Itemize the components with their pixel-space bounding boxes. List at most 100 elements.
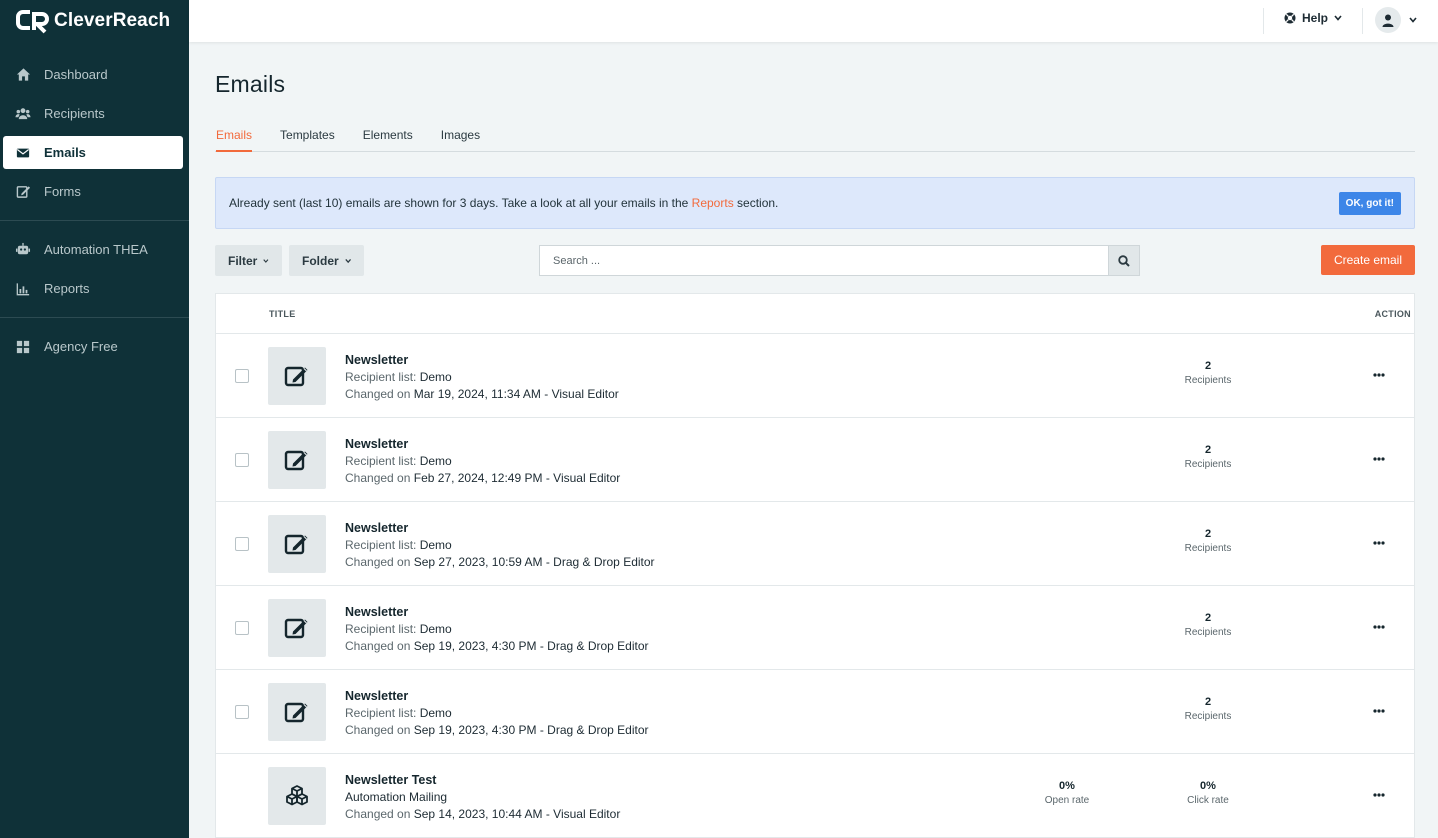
- email-name[interactable]: Newsletter: [345, 520, 655, 537]
- edit-icon: [284, 531, 310, 557]
- stat-value: 0%: [1059, 780, 1075, 792]
- more-actions-button[interactable]: [1368, 704, 1390, 718]
- sidebar-item-recipients[interactable]: Recipients: [3, 97, 183, 130]
- sidebar-item-dashboard[interactable]: Dashboard: [3, 58, 183, 91]
- more-actions-button[interactable]: [1368, 620, 1390, 634]
- email-stat: 2 Recipients: [1158, 528, 1258, 554]
- table-row[interactable]: Newsletter Recipient list: Demo Changed on…: [216, 418, 1414, 502]
- email-stat: 2 Recipients: [1158, 612, 1258, 638]
- stat-value: 2: [1204, 528, 1212, 540]
- reports-link[interactable]: Reports: [692, 196, 734, 210]
- help-menu[interactable]: Help: [1284, 11, 1342, 25]
- email-info: Newsletter Recipient list: Demo Changed on…: [345, 688, 649, 739]
- table-header: TITLE ACTION: [216, 294, 1414, 334]
- recipient-list-value: Demo: [419, 622, 452, 636]
- changed-value: Sep 19, 2023, 4:30 PM - Drag & Drop Edit…: [413, 723, 649, 737]
- email-info: Newsletter Recipient list: Demo Changed on…: [345, 520, 655, 571]
- sidebar-item-forms[interactable]: Forms: [3, 175, 183, 208]
- email-thumbnail[interactable]: [268, 683, 326, 741]
- search-button[interactable]: [1108, 245, 1140, 276]
- row-checkbox[interactable]: [235, 453, 249, 467]
- row-checkbox[interactable]: [235, 369, 249, 383]
- table-row[interactable]: Newsletter Recipient list: Demo Changed on…: [216, 586, 1414, 670]
- sidebar-item-emails[interactable]: Emails: [3, 136, 183, 169]
- table-row[interactable]: Newsletter Recipient list: Demo Changed on…: [216, 670, 1414, 754]
- filter-dropdown[interactable]: Filter: [215, 245, 282, 276]
- changed-value: Sep 27, 2023, 10:59 AM - Drag & Drop Edi…: [413, 555, 655, 569]
- sidebar-item-automation-thea[interactable]: Automation THEA: [3, 233, 183, 266]
- user-icon: [1382, 14, 1394, 27]
- row-checkbox[interactable]: [235, 621, 249, 635]
- email-name[interactable]: Newsletter: [345, 352, 619, 369]
- more-actions-button[interactable]: [1368, 452, 1390, 466]
- email-name[interactable]: Newsletter: [345, 604, 649, 621]
- changed-label: Changed on: [345, 723, 411, 737]
- changed-value: Feb 27, 2024, 12:49 PM - Visual Editor: [413, 471, 621, 485]
- changed-label: Changed on: [345, 471, 411, 485]
- email-info: Newsletter Recipient list: Demo Changed on…: [345, 352, 619, 403]
- recipient-list-line: Automation Mailing: [345, 789, 620, 806]
- edit-icon: [284, 699, 310, 725]
- changed-label: Changed on: [345, 807, 411, 821]
- brand-name: CleverReach: [54, 10, 171, 31]
- table-row[interactable]: Newsletter Recipient list: Demo Changed on…: [216, 334, 1414, 418]
- changed-value: Sep 19, 2023, 4:30 PM - Drag & Drop Edit…: [413, 639, 649, 653]
- more-actions-button[interactable]: [1368, 368, 1390, 382]
- user-menu[interactable]: [1375, 7, 1417, 33]
- recipient-list-label: Recipient list:: [345, 622, 417, 636]
- stat-value: 2: [1204, 696, 1212, 708]
- column-header-title: TITLE: [269, 309, 296, 319]
- tab-templates[interactable]: Templates: [280, 119, 335, 152]
- email-name[interactable]: Newsletter: [345, 688, 649, 705]
- robot-icon: [15, 242, 31, 258]
- row-checkbox[interactable]: [235, 705, 249, 719]
- more-actions-button[interactable]: [1368, 788, 1390, 802]
- email-thumbnail[interactable]: [268, 515, 326, 573]
- search-bar: [539, 245, 1140, 276]
- chevron-down-icon: [1334, 15, 1342, 21]
- edit-icon: [284, 615, 310, 641]
- ellipsis-icon: [1373, 709, 1385, 713]
- changed-line: Changed on Feb 27, 2024, 12:49 PM - Visu…: [345, 470, 620, 487]
- email-thumbnail[interactable]: [268, 767, 326, 825]
- search-input[interactable]: [539, 245, 1108, 276]
- recipient-list-line: Recipient list: Demo: [345, 537, 655, 554]
- recipient-list-value: Demo: [419, 370, 452, 384]
- page-title: Emails: [215, 71, 286, 97]
- row-checkbox[interactable]: [235, 537, 249, 551]
- stat-label: Recipients: [1184, 459, 1232, 470]
- sidebar-item-reports[interactable]: Reports: [3, 272, 183, 305]
- table-row[interactable]: Newsletter Recipient list: Demo Changed on…: [216, 502, 1414, 586]
- sidebar-item-label: Recipients: [44, 106, 105, 121]
- dismiss-notice-button[interactable]: OK, got it!: [1338, 191, 1401, 215]
- email-stat: 2 Recipients: [1158, 696, 1258, 722]
- table-body: Newsletter Recipient list: Demo Changed on…: [216, 334, 1414, 838]
- stat-label: Recipients: [1184, 711, 1232, 722]
- create-email-button[interactable]: Create email: [1320, 245, 1415, 275]
- chevron-down-icon: [263, 258, 269, 263]
- sidebar-item-agency-free[interactable]: Agency Free: [3, 330, 183, 363]
- email-thumbnail[interactable]: [268, 599, 326, 657]
- sidebar-item-label: Forms: [44, 184, 81, 199]
- more-actions-button[interactable]: [1368, 536, 1390, 550]
- tab-images[interactable]: Images: [441, 119, 480, 152]
- cubes-icon: [284, 783, 310, 809]
- email-thumbnail[interactable]: [268, 347, 326, 405]
- email-stat: 0% Open rate: [1017, 780, 1117, 806]
- chevron-down-icon: [344, 258, 351, 263]
- email-stat: 2 Recipients: [1158, 444, 1258, 470]
- folder-dropdown[interactable]: Folder: [289, 245, 364, 276]
- chevron-down-icon: [1409, 17, 1417, 23]
- email-name[interactable]: Newsletter: [345, 436, 620, 453]
- changed-line: Changed on Sep 27, 2023, 10:59 AM - Drag…: [345, 554, 655, 571]
- stat-label: Recipients: [1184, 627, 1232, 638]
- table-row[interactable]: Newsletter Test Automation Mailing Changed…: [216, 754, 1414, 838]
- email-name[interactable]: Newsletter Test: [345, 772, 620, 789]
- tab-elements[interactable]: Elements: [363, 119, 413, 152]
- main-content: Emails Emails Templates Elements Images Alr…: [215, 42, 1415, 838]
- filter-label: Filter: [228, 253, 258, 268]
- email-thumbnail[interactable]: [268, 431, 326, 489]
- tab-emails[interactable]: Emails: [216, 119, 253, 152]
- recipient-list-value: Automation Mailing: [345, 790, 448, 804]
- logo[interactable]: CleverReach: [0, 0, 189, 42]
